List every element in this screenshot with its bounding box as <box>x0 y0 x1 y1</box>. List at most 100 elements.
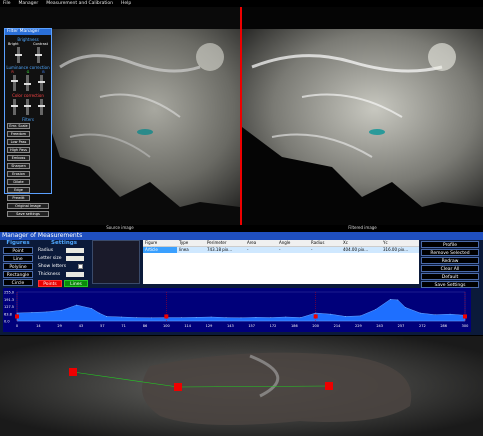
remove-selected-button[interactable]: Remove Selected <box>421 249 479 256</box>
menu-help[interactable]: Help <box>121 1 131 6</box>
measure-point-a[interactable] <box>69 368 77 376</box>
g-label: G <box>26 70 30 74</box>
settings-column: Settings Radius Letter size Show letters… <box>38 240 90 288</box>
cell-figure: Article <box>143 247 177 253</box>
contrast-slider[interactable] <box>34 47 42 63</box>
bright-slider[interactable] <box>14 47 22 63</box>
x-tick-label: 257 <box>398 324 405 328</box>
cell-yc: 316.00 pix... <box>381 247 419 253</box>
profile-point <box>360 315 361 317</box>
menu-file[interactable]: File <box>3 1 11 6</box>
profile-point <box>151 317 152 319</box>
filtered-image-pane[interactable] <box>242 7 483 225</box>
figure-polyline-button[interactable]: Polyline <box>3 263 33 270</box>
profile-chart[interactable]: 255.0 191.3 127.5 63.8 0.0 0 14 29 43 57 71 86 100 11… <box>3 288 471 332</box>
sharpen-button[interactable]: Sharpen <box>7 163 30 169</box>
prewitt-button[interactable]: Prewitt <box>7 195 30 201</box>
emboss-button[interactable]: Emboss <box>7 155 30 161</box>
x-tick-label: 57 <box>100 324 104 328</box>
original-image-button[interactable]: Original Image <box>7 203 49 209</box>
profile-point <box>270 317 272 318</box>
x-tick-label: 157 <box>248 324 255 328</box>
profile-point <box>136 317 137 318</box>
save-settings-button[interactable]: Save settings <box>7 211 49 217</box>
color-slider-3[interactable] <box>37 99 45 115</box>
erosion-button[interactable]: Erosion <box>7 171 30 177</box>
thickness-label: Thickness <box>38 272 61 277</box>
emr-scale-button[interactable]: Emr. Scale <box>7 123 30 129</box>
profile-point <box>121 316 122 318</box>
clear-all-button[interactable]: Clear All <box>421 265 479 272</box>
g-slider[interactable] <box>24 75 32 91</box>
show-letters-checkbox[interactable] <box>78 264 83 269</box>
y-tick-label: 255.0 <box>4 291 14 295</box>
color-slider-2[interactable] <box>24 99 32 115</box>
radius-label: Radius <box>38 248 54 253</box>
figure-circle-button[interactable]: Circle <box>3 279 33 286</box>
x-tick-label: 71 <box>121 324 125 328</box>
default-button[interactable]: Default <box>421 273 479 280</box>
x-tick-label: 200 <box>312 324 319 328</box>
freedom-button[interactable]: Freedom <box>7 131 30 137</box>
x-tick-label: 143 <box>227 324 234 328</box>
edge-button[interactable]: Edge <box>7 187 30 193</box>
cell-radius: - <box>309 247 341 253</box>
figure-line-button[interactable]: Line <box>3 255 33 262</box>
measurements-title: Manager of Measurements <box>0 232 483 240</box>
table-header-row: Figure Type Perimeter Area Angle Radius … <box>143 240 419 247</box>
figure-point-button[interactable]: Point <box>3 247 33 254</box>
profile-point <box>91 308 93 309</box>
color-preview <box>92 240 140 284</box>
col-perimeter: Perimeter <box>207 240 227 245</box>
measurement-image <box>0 336 483 436</box>
save-settings-measure-button[interactable]: Save Settings <box>421 281 479 288</box>
x-tick-label: 14 <box>36 324 41 328</box>
profile-point <box>330 313 331 315</box>
profile-point <box>397 299 399 301</box>
cell-xc: 404.00 pix... <box>341 247 381 253</box>
profile-button[interactable]: Profile <box>421 241 479 248</box>
profile-point <box>106 316 107 317</box>
filtered-caption: Filtered image <box>348 225 377 230</box>
profile-point <box>180 317 182 318</box>
measurements-table[interactable]: Figure Type Perimeter Area Angle Radius … <box>143 240 419 284</box>
figure-rectangle-button[interactable]: Rectangle <box>3 271 33 278</box>
points-color-button[interactable]: Points <box>38 280 62 287</box>
x-tick-label: 300 <box>462 324 469 328</box>
radius-input[interactable] <box>66 248 84 253</box>
profile-point <box>195 316 197 318</box>
profile-point <box>449 313 451 315</box>
r-slider[interactable] <box>11 75 19 91</box>
b-slider[interactable] <box>37 75 45 91</box>
menu-measurement[interactable]: Measurement and Calibration <box>46 1 113 6</box>
y-tick-label: 191.3 <box>4 298 14 302</box>
menu-manager[interactable]: Manager <box>19 1 39 6</box>
letter-size-label: Letter size <box>38 256 62 261</box>
thickness-input[interactable] <box>66 272 84 277</box>
profile-point <box>285 316 287 318</box>
x-tick-label: 29 <box>57 324 61 328</box>
b-label: B <box>42 70 45 74</box>
low-pass-button[interactable]: Low Pass <box>7 139 30 145</box>
settings-header: Settings <box>51 240 77 246</box>
contrast-label: Contrast <box>33 42 48 46</box>
show-letters-label: Show letters <box>38 264 67 269</box>
high-pass-button[interactable]: High Pass <box>7 147 30 153</box>
profile-point <box>389 298 391 300</box>
filter-manager-panel: Filter Manager Brightness Bright Contras… <box>4 28 52 217</box>
profile-point <box>31 312 33 313</box>
measure-point-c[interactable] <box>325 382 333 390</box>
color-slider-1[interactable] <box>11 99 19 115</box>
dilate-button[interactable]: Dilate <box>7 179 30 185</box>
profile-point <box>434 314 436 316</box>
letter-size-input[interactable] <box>66 256 84 261</box>
measurement-photo[interactable] <box>0 336 483 436</box>
col-xc: Xc <box>343 240 348 245</box>
x-tick-label: 100 <box>163 324 170 328</box>
col-type: Type <box>179 240 189 245</box>
lines-color-button[interactable]: Lines <box>64 280 88 287</box>
measure-point-b[interactable] <box>174 383 182 391</box>
redraw-button[interactable]: Redraw <box>421 257 479 264</box>
y-tick-label: 0.0 <box>4 320 10 324</box>
table-row[interactable]: Article linea 743.18 pix... - - - 404.00… <box>143 247 419 253</box>
